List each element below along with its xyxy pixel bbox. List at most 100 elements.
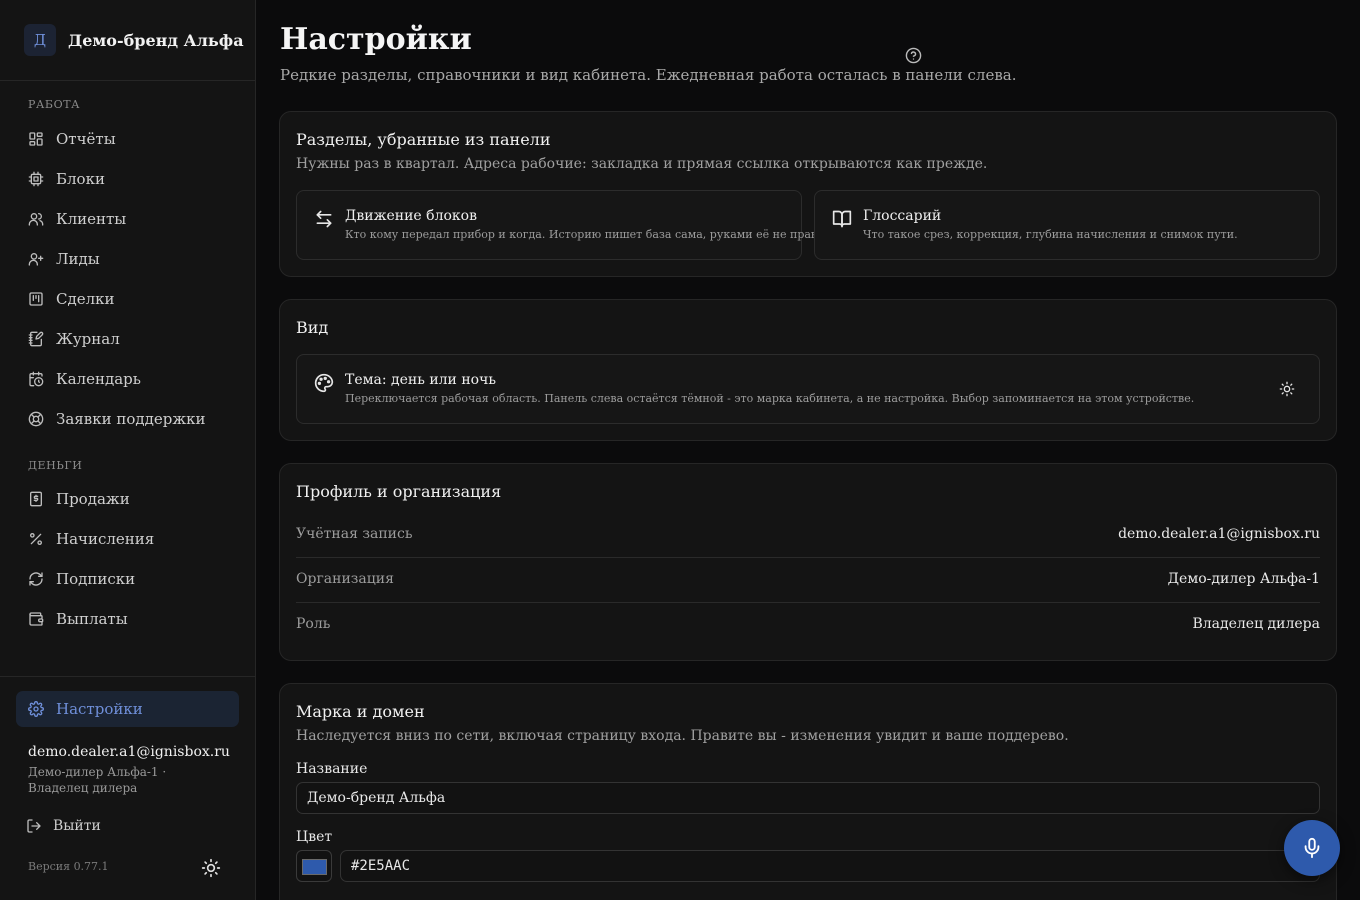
theme-switch-button[interactable]	[1279, 381, 1295, 397]
user-plus-icon	[28, 252, 44, 266]
sidebar-section-money: ДЕНЬГИ	[28, 459, 83, 472]
arrows-left-right-icon	[316, 210, 332, 228]
user-email: demo.dealer.a1@ignisbox.ru	[28, 744, 230, 760]
brand-name: Демо-бренд Альфа	[68, 30, 244, 50]
sidebar-item-label: Журнал	[56, 330, 120, 348]
tile-title: Движение блоков	[345, 208, 477, 224]
name-field-label: Название	[296, 761, 368, 777]
color-field-label: Цвет	[296, 829, 333, 845]
sidebar-item-label: Лиды	[56, 250, 100, 268]
hidden-sections-card: Разделы, убранные из панели Нужны раз в …	[279, 111, 1337, 277]
profile-card: Профиль и организация Учётная запись dem…	[279, 463, 1337, 661]
sidebar-item-payouts[interactable]: Выплаты	[16, 601, 239, 637]
row-key: Организация	[296, 571, 394, 587]
palette-icon	[314, 373, 334, 393]
profile-row-role: Роль Владелец дилера	[296, 603, 1320, 648]
sidebar-item-label: Выплаты	[56, 610, 128, 628]
row-value: Владелец дилера	[1192, 616, 1320, 632]
chip-icon	[28, 171, 44, 187]
sidebar-divider	[0, 80, 255, 81]
tile-subtitle: Переключается рабочая область. Панель сл…	[345, 392, 1195, 405]
sidebar-item-label: Блоки	[56, 170, 105, 188]
brand-domain-card: Марка и домен Наследуется вниз по сети, …	[279, 683, 1337, 900]
notebook-pen-icon	[28, 331, 44, 347]
logout-icon	[27, 819, 41, 833]
sidebar-item-settings[interactable]: Настройки	[16, 691, 239, 727]
sidebar-item-label: Отчёты	[56, 130, 116, 148]
brand-name-input[interactable]	[296, 782, 1320, 814]
microphone-icon	[1304, 837, 1320, 859]
sun-icon	[201, 858, 221, 878]
user-org-role: Демо-дилер Альфа-1 · Владелец дилера	[28, 765, 167, 795]
sidebar-item-subscriptions[interactable]: Подписки	[16, 561, 239, 597]
logout-button[interactable]: Выйти	[26, 816, 101, 836]
sidebar-item-clients[interactable]: Клиенты	[16, 201, 239, 237]
row-key: Роль	[296, 616, 331, 632]
sidebar-item-label: Начисления	[56, 530, 155, 548]
tile-subtitle: Кто кому передал прибор и когда. Историю…	[345, 228, 834, 241]
brand-badge: Д	[24, 24, 56, 56]
app-version: Версия 0.77.1	[28, 860, 109, 873]
page-title: Настройки	[280, 22, 472, 57]
users-icon	[28, 213, 44, 226]
sidebar-item-label: Подписки	[56, 570, 136, 588]
color-swatch	[302, 859, 327, 875]
tile-block-movement[interactable]: Движение блоков Кто кому передал прибор …	[296, 190, 834, 260]
row-value: Демо-дилер Альфа-1	[1167, 571, 1320, 587]
sidebar-item-calendar[interactable]: Календарь	[16, 361, 239, 397]
sidebar-item-label: Продажи	[56, 490, 130, 508]
color-picker[interactable]	[296, 850, 332, 882]
card-title: Марка и домен	[296, 702, 425, 721]
logout-label: Выйти	[53, 818, 101, 834]
tile-glossary[interactable]: Глоссарий Что такое срез, коррекция, глу…	[814, 190, 1320, 260]
voice-input-button[interactable]	[1284, 820, 1340, 876]
brand[interactable]: Д Демо-бренд Альфа	[24, 24, 244, 56]
sidebar-item-sales[interactable]: Продажи	[16, 481, 239, 517]
sidebar-item-label: Настройки	[56, 700, 143, 718]
sidebar-section-work: РАБОТА	[28, 98, 81, 111]
book-open-icon	[832, 210, 852, 228]
view-card: Вид Тема: день или ночь Переключается ра…	[279, 299, 1337, 441]
theme-toggle-button[interactable]	[201, 858, 221, 878]
tile-theme: Тема: день или ночь Переключается рабоча…	[296, 354, 1320, 424]
dashboard-icon	[29, 132, 43, 146]
percent-icon	[30, 533, 42, 545]
profile-row-organization: Организация Демо-дилер Альфа-1	[296, 558, 1320, 603]
sidebar: Д Демо-бренд Альфа РАБОТА Отчёты Блоки К…	[0, 0, 256, 900]
life-buoy-icon	[28, 411, 44, 427]
sidebar-item-support[interactable]: Заявки поддержки	[16, 401, 239, 437]
help-button[interactable]	[905, 47, 922, 64]
gear-icon	[28, 701, 44, 717]
sidebar-item-blocks[interactable]: Блоки	[16, 161, 239, 197]
row-key: Учётная запись	[296, 526, 413, 542]
sidebar-item-label: Заявки поддержки	[56, 410, 206, 428]
sidebar-item-label: Сделки	[56, 290, 115, 308]
calendar-clock-icon	[29, 371, 44, 387]
profile-row-account: Учётная запись demo.dealer.a1@ignisbox.r…	[296, 513, 1320, 558]
wallet-icon	[29, 612, 44, 626]
sun-icon	[1279, 381, 1295, 397]
card-subtitle: Нужны раз в квартал. Адреса рабочие: зак…	[296, 156, 988, 172]
color-hex-input[interactable]	[340, 850, 1320, 882]
refresh-icon	[29, 572, 43, 586]
sidebar-divider	[0, 676, 255, 677]
tile-title: Тема: день или ночь	[345, 372, 496, 388]
tile-subtitle: Что такое срез, коррекция, глубина начис…	[863, 228, 1238, 241]
sidebar-item-deals[interactable]: Сделки	[16, 281, 239, 317]
receipt-dollar-icon	[30, 491, 42, 507]
row-value: demo.dealer.a1@ignisbox.ru	[1118, 526, 1320, 542]
sidebar-item-leads[interactable]: Лиды	[16, 241, 239, 277]
sidebar-item-label: Клиенты	[56, 210, 127, 228]
tile-title: Глоссарий	[863, 208, 942, 224]
card-title: Вид	[296, 318, 329, 337]
sidebar-item-label: Календарь	[56, 370, 141, 388]
card-title: Разделы, убранные из панели	[296, 130, 551, 149]
sidebar-item-journal[interactable]: Журнал	[16, 321, 239, 357]
card-subtitle: Наследуется вниз по сети, включая страни…	[296, 728, 1069, 744]
card-title: Профиль и организация	[296, 482, 502, 501]
help-circle-icon	[905, 47, 922, 64]
sidebar-item-accruals[interactable]: Начисления	[16, 521, 239, 557]
page-subtitle: Редкие разделы, справочники и вид кабине…	[280, 66, 1017, 84]
sidebar-item-reports[interactable]: Отчёты	[16, 121, 239, 157]
kanban-icon	[29, 292, 43, 306]
